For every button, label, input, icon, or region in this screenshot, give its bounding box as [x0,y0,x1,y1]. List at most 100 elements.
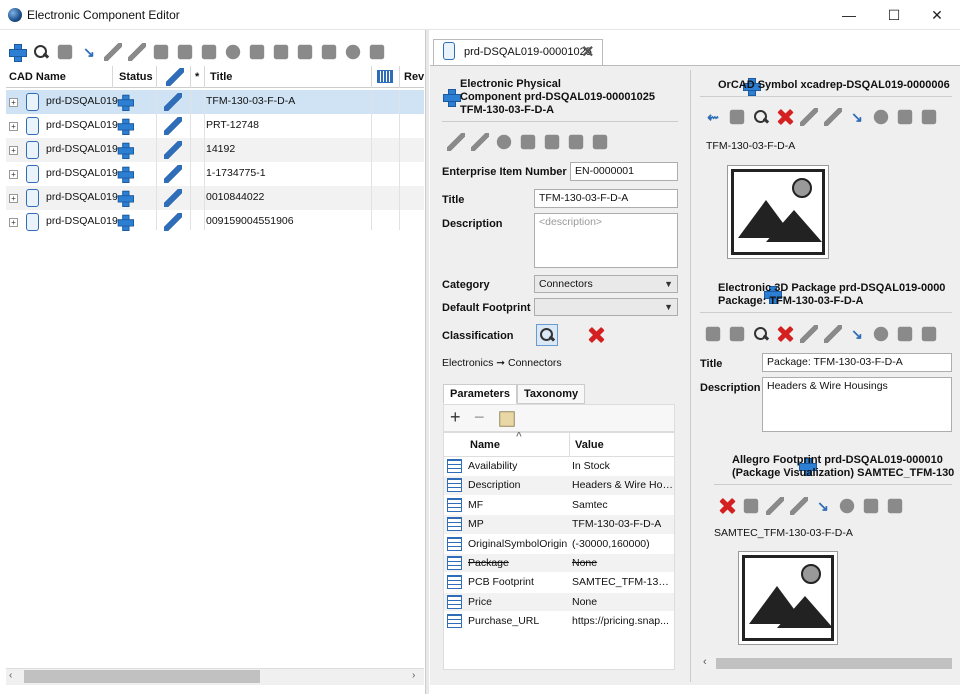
edit-icon[interactable] [164,213,182,231]
clear-edit-icon[interactable] [471,133,489,151]
right-scrollbar-thumb[interactable] [716,658,952,669]
arrow-down-icon[interactable]: ↘ [848,325,866,343]
edit-icon[interactable] [164,165,182,183]
table-row[interactable]: + prd-DSQAL019- 009159004551906 [6,210,424,234]
scroll-left-icon[interactable]: ‹ [703,656,707,668]
col-name[interactable]: Name [470,439,500,451]
edit-icon[interactable] [800,325,818,343]
expand-icon[interactable]: + [9,146,18,155]
database-icon[interactable] [921,326,937,342]
scroll-right-icon[interactable]: › [412,670,415,681]
database-icon[interactable] [568,134,584,150]
expand-icon[interactable]: + [9,98,18,107]
history-icon[interactable] [369,44,385,60]
table-row[interactable]: + prd-DSQAL019- 0010844022 [6,186,424,210]
parameter-row[interactable]: Price None [444,592,674,613]
tab-label[interactable]: prd-DSQAL019-00001025 [464,46,592,58]
clear-edit-icon[interactable] [128,43,146,61]
maximize-button[interactable]: ☐ [871,0,917,30]
parameter-row[interactable]: PCB Footprint SAMTEC_TFM-130-0... [444,573,674,593]
swap-icon[interactable] [897,326,913,342]
browse-icon[interactable] [729,326,745,342]
edit-icon[interactable] [800,108,818,126]
tab-parameters[interactable]: Parameters [443,384,517,404]
clear-edit-icon[interactable] [824,325,842,343]
col-cad-name[interactable]: CAD Name [9,71,66,83]
expand-icon[interactable]: + [9,122,18,131]
swap-icon[interactable] [897,109,913,125]
circle-icon[interactable] [873,326,889,342]
delete-icon[interactable] [776,325,794,343]
col-status[interactable]: Status [119,71,153,83]
splitter[interactable] [425,30,429,694]
export-icon[interactable] [249,44,265,60]
circle-icon[interactable] [345,44,361,60]
clear-edit-icon[interactable] [790,497,808,515]
database-icon[interactable] [921,109,937,125]
edit-icon[interactable] [164,93,182,111]
import-icon[interactable] [273,44,289,60]
add-icon[interactable] [8,43,27,62]
pkg3d-description-field[interactable]: Headers & Wire Housings [762,377,952,432]
footprint-icon[interactable] [743,498,759,514]
refresh-icon[interactable] [225,44,241,60]
delete-icon[interactable] [718,497,736,515]
swap-icon[interactable] [863,498,879,514]
trash-icon[interactable] [153,44,169,60]
edit-icon[interactable] [164,189,182,207]
link-icon[interactable]: ⇜ [704,108,722,126]
remove-parameter-icon[interactable]: − [474,407,485,428]
edit-icon[interactable] [447,133,465,151]
database-upload-icon[interactable] [177,44,193,60]
delete-icon[interactable] [776,108,794,126]
description-field[interactable]: <description> [534,213,678,268]
edit-icon[interactable] [766,497,784,515]
edit-icon[interactable] [104,43,122,61]
expand-icon[interactable]: + [9,218,18,227]
col-value[interactable]: Value [575,439,604,451]
package-icon[interactable] [705,326,721,342]
circle-icon[interactable] [873,109,889,125]
footprint-select[interactable]: ▼ [534,298,678,316]
parameter-row[interactable]: Description Headers & Wire Hou... [444,476,674,496]
circle-icon[interactable] [839,498,855,514]
add-parameter-icon[interactable]: + [450,407,461,428]
database-sync-icon[interactable] [201,44,217,60]
tab-close-icon[interactable]: ✕ [581,42,594,62]
arrow-down-icon[interactable]: ↘ [80,43,98,61]
arrow-down-icon[interactable]: ↘ [814,497,832,515]
barcode-icon[interactable] [520,134,536,150]
enterprise-field[interactable]: EN-0000001 [570,162,678,181]
history-icon[interactable] [592,134,608,150]
clear-edit-icon[interactable] [824,108,842,126]
classification-search-button[interactable] [536,324,558,346]
table-row[interactable]: + prd-DSQAL019- PRT-12748 [6,114,424,138]
tab-taxonomy[interactable]: Taxonomy [516,384,586,404]
database-icon[interactable] [887,498,903,514]
close-window-button[interactable]: ✕ [914,0,960,30]
search-icon[interactable] [752,325,770,343]
circle-icon[interactable] [496,134,512,150]
col-modified[interactable]: * [195,71,199,83]
parameter-row[interactable]: MF Samtec [444,496,674,516]
expand-icon[interactable]: + [9,194,18,203]
database-icon[interactable] [57,44,73,60]
expand-icon[interactable]: + [9,170,18,179]
table-row[interactable]: + prd-DSQAL019- 14192 [6,138,424,162]
col-rev[interactable]: Rev [404,71,424,83]
pkg3d-title-field[interactable]: Package: TFM-130-03-F-D-A [762,353,952,372]
copy-icon[interactable] [499,411,515,427]
scroll-left-icon[interactable]: ‹ [9,670,12,681]
search-icon[interactable] [32,43,50,61]
parameter-row[interactable]: OriginalSymbolOrigin (-30000,160000) [444,535,674,554]
parameter-row[interactable]: Package None [444,553,674,574]
barcode-icon[interactable] [297,44,313,60]
clear-classification-icon[interactable] [587,326,605,344]
parameter-row[interactable]: Availability In Stock [444,457,674,477]
table-row[interactable]: + prd-DSQAL019- 1-1734775-1 [6,162,424,186]
arrow-down-icon[interactable]: ↘ [848,108,866,126]
edit-icon[interactable] [164,117,182,135]
browse-icon[interactable] [729,109,745,125]
edit-icon[interactable] [164,141,182,159]
title-field[interactable]: TFM-130-03-F-D-A [534,189,678,208]
